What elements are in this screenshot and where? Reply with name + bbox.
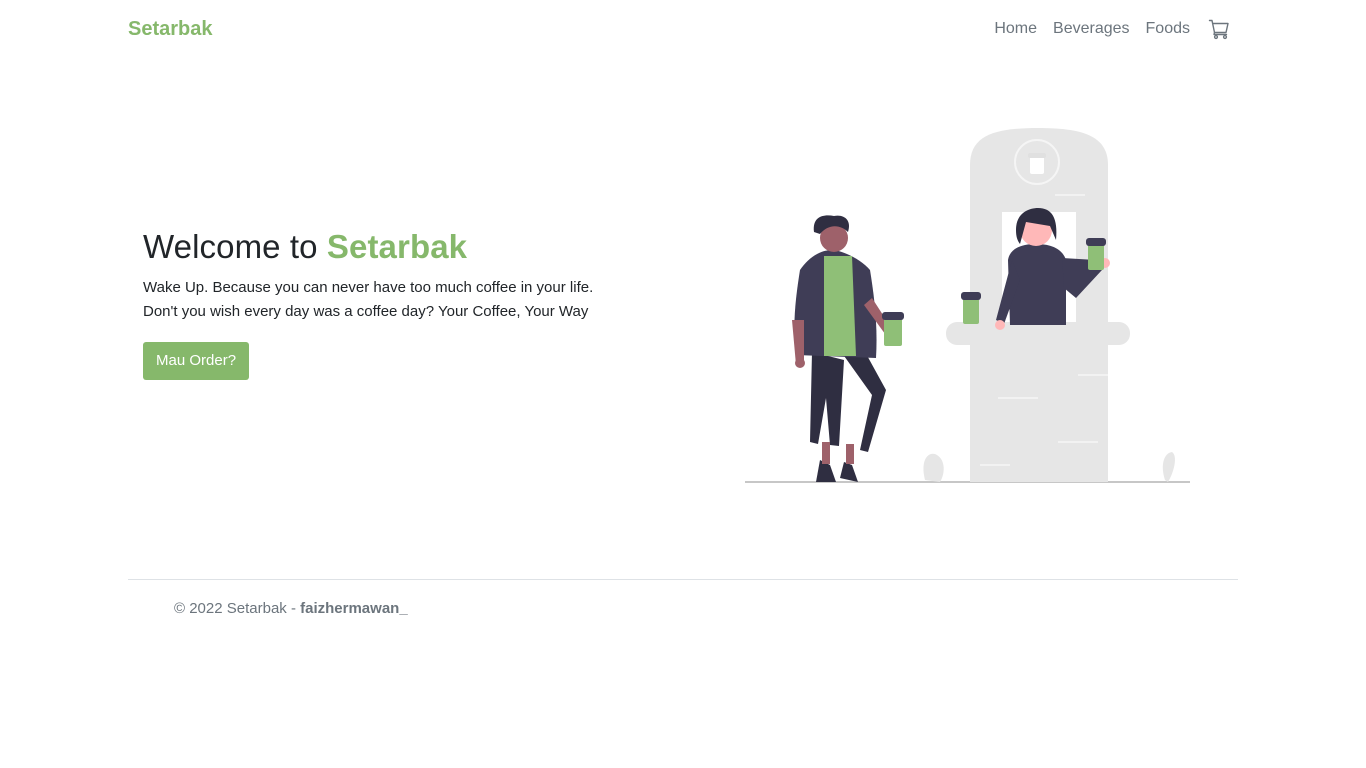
nav-link-foods[interactable]: Foods — [1146, 20, 1190, 38]
hero-section: Welcome to Setarbak Wake Up. Because you… — [143, 228, 663, 380]
cart-icon[interactable] — [1208, 18, 1230, 40]
footer-author[interactable]: faizhermawan_ — [300, 600, 408, 617]
hero-subtitle-line1: Wake Up. Because you can never have too … — [143, 279, 594, 296]
nav-links: Home Beverages Foods — [994, 18, 1238, 40]
hero-title-accent: Setarbak — [326, 228, 468, 265]
nav-link-home[interactable]: Home — [994, 20, 1037, 38]
footer: © 2022 Setarbak - faizhermawan_ — [174, 600, 408, 617]
hero-subtitle: Wake Up. Because you can never have too … — [143, 276, 663, 324]
coffee-shop-illustration — [740, 120, 1195, 490]
hero-subtitle-line2: Don't you wish every day was a coffee da… — [143, 303, 589, 320]
hero-title: Welcome to Setarbak — [143, 228, 663, 266]
brand-logo[interactable]: Setarbak — [128, 18, 213, 41]
nav-link-beverages[interactable]: Beverages — [1053, 20, 1130, 38]
navbar: Setarbak Home Beverages Foods — [128, 0, 1238, 58]
order-button[interactable]: Mau Order? — [143, 342, 250, 380]
hero-title-prefix: Welcome to — [143, 228, 318, 265]
footer-divider — [128, 579, 1238, 580]
footer-copyright: © 2022 Setarbak - — [174, 600, 301, 617]
